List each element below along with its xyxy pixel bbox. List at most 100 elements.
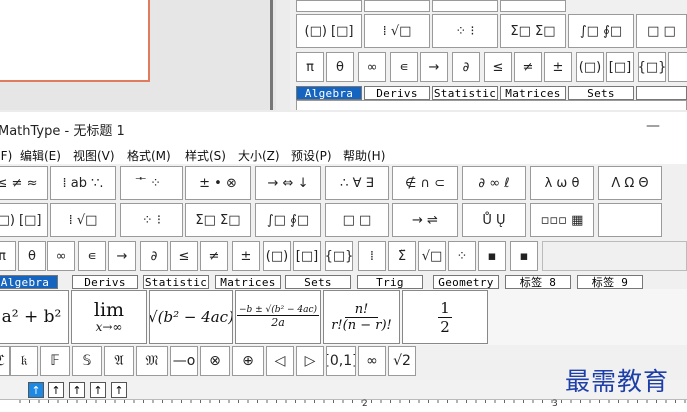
palette-symbol-group-2[interactable]: ⁞ ab ∵. xyxy=(50,166,116,200)
bg-tab[interactable] xyxy=(636,86,687,100)
bg-tab[interactable]: Algebra xyxy=(296,86,362,100)
bg-fraction-radical-button[interactable]: ⁞ √□ xyxy=(364,14,430,48)
bg-symbol-button[interactable]: (□) xyxy=(576,52,604,82)
bg-symbol-button[interactable]: θ xyxy=(326,52,354,82)
small-template-button[interactable]: ⊗ xyxy=(200,346,230,376)
tab-3[interactable]: Statistic xyxy=(143,275,209,289)
tab-6[interactable]: Trig xyxy=(357,275,423,289)
nav-button-2[interactable]: ↑ xyxy=(48,382,64,398)
menu-file[interactable]: 文件(F) xyxy=(0,147,12,164)
small-symbol-button[interactable]: Σ̈ xyxy=(388,241,416,271)
palette-symbol-group-9[interactable]: λ ω θ xyxy=(530,166,594,200)
palette-symbol-group-8[interactable]: ∂ ∞ ℓ xyxy=(462,166,526,200)
tab-9[interactable]: 标签 9 xyxy=(577,275,643,289)
sum-of-squares-template[interactable]: a² + b² xyxy=(0,290,69,344)
bg-fence-template-button[interactable]: (□) [□] xyxy=(296,14,362,48)
palette-symbol-group-3[interactable]: ⃗ ⃖ ⁘ xyxy=(120,166,183,200)
small-template-button[interactable]: ∞ xyxy=(358,346,386,376)
small-template-button[interactable]: √2 xyxy=(388,346,416,376)
small-symbol-button[interactable]: ≤ xyxy=(170,241,198,271)
small-symbol-button[interactable]: ⁞ xyxy=(358,241,386,271)
small-template-button[interactable]: 𝔐 xyxy=(136,346,168,376)
small-template-button[interactable]: —o xyxy=(170,346,198,376)
menu-view[interactable]: 视图(V) xyxy=(73,147,115,164)
small-template-button[interactable]: 𝕊 xyxy=(72,346,102,376)
palette-template-group-3[interactable]: ⁘ ⁝ xyxy=(120,203,183,237)
discriminant-template[interactable]: √(b² − 4ac) xyxy=(149,290,233,344)
nav-button-3[interactable]: ↑ xyxy=(69,382,85,398)
palette-symbol-group-6[interactable]: ∴ ∀ ∃ xyxy=(325,166,389,200)
palette-template-group-9[interactable]: ▫▫▫ ▦ xyxy=(530,203,594,237)
small-symbol-button[interactable]: ∊ xyxy=(78,241,106,271)
small-symbol-button[interactable]: ∞ xyxy=(47,241,75,271)
bg-tab[interactable]: Derivs xyxy=(364,86,430,100)
small-template-button[interactable]: 𝔄 xyxy=(104,346,134,376)
bg-symbol-button[interactable]: ≠ xyxy=(514,52,542,82)
bg-symbol-button[interactable]: ± xyxy=(544,52,572,82)
palette-template-group-2[interactable]: ⁞ √□ xyxy=(50,203,116,237)
small-symbol-button[interactable]: {□} xyxy=(325,241,353,271)
menu-size[interactable]: 大小(Z) xyxy=(238,147,280,164)
small-template-button[interactable]: 𝔨 xyxy=(10,346,38,376)
palette-template-group-1[interactable]: (□) [□] xyxy=(0,203,48,237)
palette-template-group-7[interactable]: → ⇌ xyxy=(392,203,458,237)
small-symbol-button[interactable]: ⁘ xyxy=(448,241,476,271)
bg-subscript-button[interactable]: ⁘ ⁝ xyxy=(432,14,498,48)
bg-symbol-button[interactable]: ∞ xyxy=(358,52,386,82)
menu-format[interactable]: 格式(M) xyxy=(127,147,171,164)
nav-button-4[interactable]: ↑ xyxy=(90,382,106,398)
tab-5[interactable]: Sets xyxy=(285,275,351,289)
small-template-button[interactable]: [0,1] xyxy=(326,346,356,376)
menu-help[interactable]: 帮助(H) xyxy=(343,147,385,164)
small-symbol-button[interactable]: π xyxy=(0,241,16,271)
bg-symbol-button[interactable]: ∊ xyxy=(390,52,418,82)
small-symbol-button[interactable]: θ xyxy=(18,241,46,271)
small-symbol-button[interactable]: ± xyxy=(232,241,260,271)
small-symbol-button[interactable]: ∂ xyxy=(140,241,168,271)
palette-symbol-group-5[interactable]: → ⇔ ↓ xyxy=(255,166,321,200)
tab-1[interactable]: Algebra xyxy=(0,275,58,289)
bg-integral-button[interactable]: ∫□ ∮□ xyxy=(568,14,634,48)
small-template-button[interactable]: ◁ xyxy=(266,346,294,376)
limit-template[interactable]: lim x→∞ xyxy=(71,290,147,344)
small-template-button[interactable]: ⊕ xyxy=(232,346,264,376)
menu-preferences[interactable]: 预设(P) xyxy=(291,147,332,164)
small-symbol-button[interactable]: (□) xyxy=(263,241,291,271)
palette-template-group-8[interactable]: Ů Ų xyxy=(462,203,526,237)
palette-symbol-group-7[interactable]: ∉ ∩ ⊂ xyxy=(392,166,458,200)
minimize-button[interactable]: — xyxy=(644,116,662,136)
bg-bar-template-button[interactable]: □ □ xyxy=(636,14,687,48)
nav-button-5[interactable]: ↑ xyxy=(111,382,127,398)
palette-template-group-5[interactable]: ∫□ ∮□ xyxy=(255,203,321,237)
small-symbol-button[interactable]: → xyxy=(108,241,136,271)
nav-button-1[interactable]: ↑ xyxy=(28,382,44,398)
bg-symbol-button[interactable]: ≤ xyxy=(484,52,512,82)
palette-empty-slot[interactable] xyxy=(598,203,662,237)
palette-template-group-6[interactable]: □ □ xyxy=(325,203,389,237)
bg-palette-button[interactable] xyxy=(500,0,566,12)
palette-symbol-group-1[interactable]: ≤ ≠ ≈ xyxy=(0,166,48,200)
menu-style[interactable]: 样式(S) xyxy=(185,147,226,164)
small-symbol-button[interactable]: ▪ xyxy=(478,241,506,271)
bg-symbol-button[interactable]: ∂ xyxy=(452,52,480,82)
small-symbol-button[interactable]: [□] xyxy=(293,241,321,271)
small-template-button[interactable]: 𝔽 xyxy=(40,346,70,376)
bg-symbol-button[interactable]: → xyxy=(420,52,448,82)
small-template-button[interactable]: ℭ xyxy=(0,346,10,376)
tab-8[interactable]: 标签 8 xyxy=(505,275,571,289)
bg-palette-button[interactable] xyxy=(432,0,498,12)
tab-2[interactable]: Derivs xyxy=(72,275,138,289)
small-symbol-button[interactable]: ≠ xyxy=(200,241,228,271)
small-symbol-button[interactable]: √□ xyxy=(418,241,446,271)
quadratic-formula-template[interactable]: −b ± √(b² − 4ac) 2a xyxy=(235,290,321,344)
palette-symbol-group-4[interactable]: ± • ⊗ xyxy=(185,166,251,200)
bg-tab[interactable]: Sets xyxy=(568,86,634,100)
bg-tab[interactable]: Matrices xyxy=(500,86,566,100)
bg-symbol-button[interactable] xyxy=(668,52,687,82)
menu-edit[interactable]: 编辑(E) xyxy=(20,147,61,164)
bg-symbol-button[interactable]: {□} xyxy=(638,52,666,82)
combination-template[interactable]: n! r!(n − r)! xyxy=(323,290,400,344)
small-template-button[interactable]: ▷ xyxy=(296,346,324,376)
bg-symbol-button[interactable]: [□] xyxy=(606,52,634,82)
tab-4[interactable]: Matrices xyxy=(215,275,281,289)
